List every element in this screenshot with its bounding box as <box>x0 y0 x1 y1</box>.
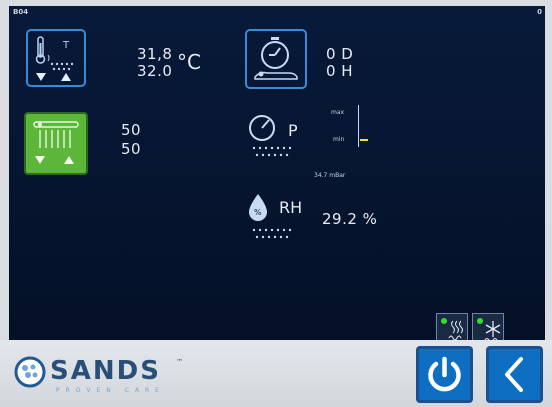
screen-status-label: 0 <box>537 8 542 16</box>
pressure-reading: 34.7 mBar <box>314 172 346 179</box>
temperature-actual-value: 31,8 <box>137 45 173 63</box>
pressure-max-label: max <box>331 109 345 116</box>
main-display: B04 0 T 31,8 32.0 °C 0 D 0 H 50 50 P max… <box>9 6 545 343</box>
pressure-symbol: P <box>288 121 298 140</box>
temperature-setpoint-value: 32.0 <box>137 62 173 80</box>
pressure-gauge-icon: P <box>249 115 298 157</box>
screen-id-label: B04 <box>13 8 29 16</box>
thermometer-icon: T <box>35 36 74 81</box>
temperature-symbol: T <box>62 40 70 51</box>
timer-days-value: 0 D <box>326 45 354 63</box>
humidity-value: 29.2 % <box>322 210 378 228</box>
back-chevron-icon <box>505 357 523 392</box>
temperature-unit: °C <box>177 50 201 74</box>
back-button[interactable] <box>486 346 543 403</box>
brand-name: SANDS <box>50 356 161 386</box>
humidifier-stage-value-2: 50 <box>121 140 142 158</box>
heating-status-dot <box>441 318 447 324</box>
timer-hours-value: 0 H <box>326 62 354 80</box>
pressure-min-label: min <box>333 136 345 143</box>
heating-mode-indicator[interactable] <box>436 313 468 343</box>
power-icon <box>428 356 461 392</box>
humidity-drop-icon: % RH <box>249 194 302 239</box>
humidifier-stage-button[interactable] <box>24 112 88 175</box>
temperature-button[interactable]: T <box>26 29 86 87</box>
humidifier-stage-value-1: 50 <box>121 121 142 139</box>
cooling-status-dot <box>477 318 483 324</box>
brand-tagline: PROVEN CARE <box>56 387 165 394</box>
humidity-symbol: RH <box>279 198 302 217</box>
stopwatch-icon <box>254 37 298 80</box>
humidifier-icon <box>33 121 79 164</box>
sands-logo-icon <box>14 356 46 388</box>
power-button[interactable] <box>416 346 473 403</box>
brand-trademark: ™ <box>176 358 183 366</box>
cooling-mode-indicator[interactable] <box>472 313 504 343</box>
pressure-scale-bar <box>358 105 359 147</box>
timer-button[interactable] <box>245 29 307 89</box>
humidity-drop-label: % <box>254 208 262 217</box>
pressure-level-marker <box>360 139 368 141</box>
